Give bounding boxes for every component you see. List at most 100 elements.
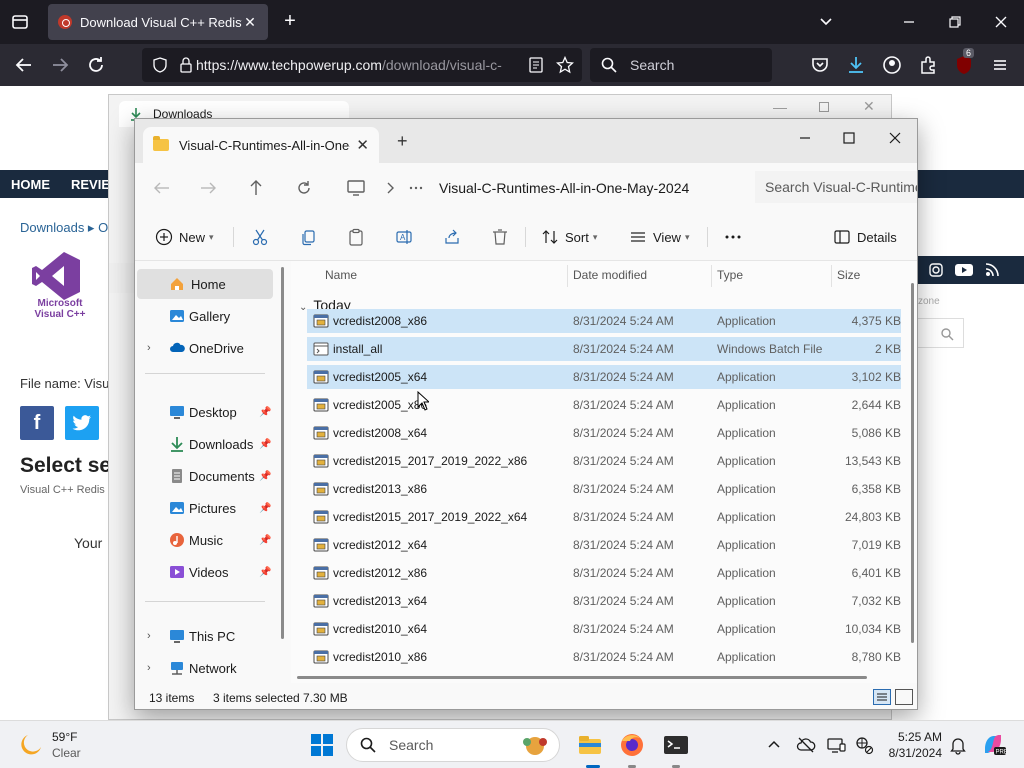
lock-icon[interactable] [178, 56, 194, 74]
tiles-view-toggle[interactable] [895, 689, 913, 705]
browser-search-field[interactable]: Search [590, 48, 772, 82]
file-row[interactable]: vcredist2012_x86 8/31/2024 5:24 AM Applica… [307, 561, 901, 585]
explorer-refresh-icon[interactable] [293, 177, 315, 199]
breadcrumb-overflow-icon[interactable] [405, 177, 427, 199]
nav-item-desktop[interactable]: Desktop 📌 [135, 397, 275, 427]
bookmark-star-icon[interactable] [556, 56, 574, 74]
rss-icon[interactable] [984, 262, 1000, 278]
file-row[interactable]: vcredist2010_x86 8/31/2024 5:24 AM Applica… [307, 645, 901, 669]
display-icon[interactable] [826, 735, 846, 755]
details-view-toggle[interactable] [873, 689, 891, 705]
explorer-search-field[interactable]: Search Visual-C-Runtime [755, 171, 917, 203]
site-nav-home[interactable]: HOME [11, 177, 50, 192]
pin-icon[interactable]: 📌 [259, 535, 271, 546]
explorer-breadcrumb[interactable]: Visual-C-Runtimes-All-in-One-May-2024 [439, 180, 689, 196]
file-row[interactable]: vcredist2015_2017_2019_2022_x86 8/31/2024… [307, 449, 901, 473]
system-clock[interactable]: 5:25 AM 8/31/2024 [884, 729, 942, 761]
file-row[interactable]: vcredist2013_x64 8/31/2024 5:24 AM Applica… [307, 589, 901, 613]
nav-item-onedrive[interactable]: › OneDrive [135, 333, 275, 363]
delete-button[interactable] [491, 225, 509, 249]
file-row[interactable]: vcredist2013_x86 8/31/2024 5:24 AM Applica… [307, 477, 901, 501]
page-breadcrumb[interactable]: Downloads ▸ Op [20, 220, 115, 236]
share-button[interactable] [443, 225, 461, 249]
downloads-icon[interactable] [844, 53, 868, 77]
column-size[interactable]: Size [837, 268, 860, 282]
explorer-tab[interactable]: Visual-C-Runtimes-All-in-One- ✕ [143, 127, 379, 163]
column-name[interactable]: Name [325, 268, 357, 282]
twitter-share-icon[interactable] [65, 406, 99, 440]
file-list-horizontal-scrollbar[interactable] [297, 676, 867, 679]
nav-item-home[interactable]: Home [137, 269, 273, 299]
pocket-icon[interactable] [808, 53, 832, 77]
nav-item-music[interactable]: Music 📌 [135, 525, 275, 555]
taskbar-search-box[interactable]: Search [346, 728, 560, 762]
cut-button[interactable] [251, 225, 269, 249]
restore-icon[interactable] [941, 8, 969, 36]
column-divider[interactable] [711, 265, 712, 287]
onedrive-offline-icon[interactable] [796, 735, 816, 755]
details-pane-button[interactable]: Details [833, 225, 897, 249]
file-row[interactable]: vcredist2008_x64 8/31/2024 5:24 AM Applica… [307, 421, 901, 445]
nav-item-videos[interactable]: Videos 📌 [135, 557, 275, 587]
copilot-icon[interactable]: PRE [980, 731, 1008, 757]
address-bar[interactable]: https://www.techpowerup.com/download/vis… [142, 48, 582, 82]
nav-item-network[interactable]: › Network [135, 653, 275, 683]
downloads-close-icon[interactable]: ✕ [863, 98, 875, 115]
file-list-scrollbar[interactable] [911, 283, 914, 643]
facebook-share-icon[interactable]: f [20, 406, 54, 440]
forward-icon[interactable] [48, 53, 72, 77]
taskbar-file-explorer[interactable] [576, 731, 604, 759]
pin-icon[interactable]: 📌 [259, 503, 271, 514]
shield-icon[interactable] [152, 57, 168, 73]
browser-tab-active[interactable]: Download Visual C++ Redistrib ✕ [48, 4, 268, 40]
instagram-icon[interactable] [928, 262, 944, 278]
new-tab-button[interactable]: + [280, 10, 300, 34]
file-row[interactable]: vcredist2012_x64 8/31/2024 5:24 AM Applica… [307, 533, 901, 557]
pin-icon[interactable]: 📌 [259, 471, 271, 482]
explorer-up-icon[interactable] [245, 177, 267, 199]
more-options-button[interactable] [723, 225, 743, 249]
downloads-maximize-icon[interactable] [819, 102, 829, 112]
youtube-icon[interactable] [954, 262, 974, 278]
paste-button[interactable] [347, 225, 365, 249]
explorer-back-icon[interactable] [151, 177, 173, 199]
explorer-maximize-icon[interactable] [829, 125, 869, 151]
pin-icon[interactable]: 📌 [259, 439, 271, 450]
breadcrumb-chevron-icon[interactable] [379, 177, 401, 199]
file-row[interactable]: vcredist2010_x64 8/31/2024 5:24 AM Applica… [307, 617, 901, 641]
downloads-minimize-icon[interactable]: — [773, 99, 787, 115]
file-row[interactable]: vcredist2008_x86 8/31/2024 5:24 AM Applica… [307, 309, 901, 333]
file-row[interactable]: vcredist2005_x64 8/31/2024 5:24 AM Applica… [307, 365, 901, 389]
explorer-new-tab-button[interactable]: + [397, 131, 408, 152]
explorer-minimize-icon[interactable] [785, 125, 825, 151]
extensions-icon[interactable] [916, 53, 940, 77]
pin-icon[interactable]: 📌 [259, 567, 271, 578]
taskbar-terminal[interactable] [662, 731, 690, 759]
file-row[interactable]: vcredist2015_2017_2019_2022_x64 8/31/2024… [307, 505, 901, 529]
nav-item-gallery[interactable]: Gallery [135, 301, 275, 331]
copy-button[interactable] [299, 225, 317, 249]
tray-overflow-chevron-icon[interactable] [764, 735, 784, 755]
back-icon[interactable] [12, 53, 36, 77]
site-search-field[interactable] [918, 318, 964, 348]
sort-button[interactable]: Sort ▾ [541, 225, 597, 249]
reader-view-icon[interactable] [528, 56, 544, 74]
network-status-icon[interactable] [854, 735, 874, 755]
nav-pane-scrollbar[interactable] [281, 267, 284, 639]
nav-item-downloads[interactable]: Downloads 📌 [135, 429, 275, 459]
weather-widget[interactable]: 59°F Clear [18, 729, 118, 761]
pin-icon[interactable]: 📌 [259, 407, 271, 418]
column-divider[interactable] [567, 265, 568, 287]
file-row[interactable]: install_all 8/31/2024 5:24 AM Windows Batc… [307, 337, 901, 361]
monitor-icon[interactable] [345, 177, 367, 199]
start-button[interactable] [308, 731, 336, 759]
nav-item-this-pc[interactable]: › This PC [135, 621, 275, 651]
column-divider[interactable] [831, 265, 832, 287]
explorer-forward-icon[interactable] [197, 177, 219, 199]
view-button[interactable]: View ▾ [629, 225, 689, 249]
new-button[interactable]: New ▾ [155, 225, 214, 249]
account-icon[interactable] [880, 53, 904, 77]
taskbar-firefox[interactable] [618, 731, 646, 759]
menu-icon[interactable] [988, 53, 1012, 77]
expand-chevron-icon[interactable]: › [147, 662, 151, 674]
